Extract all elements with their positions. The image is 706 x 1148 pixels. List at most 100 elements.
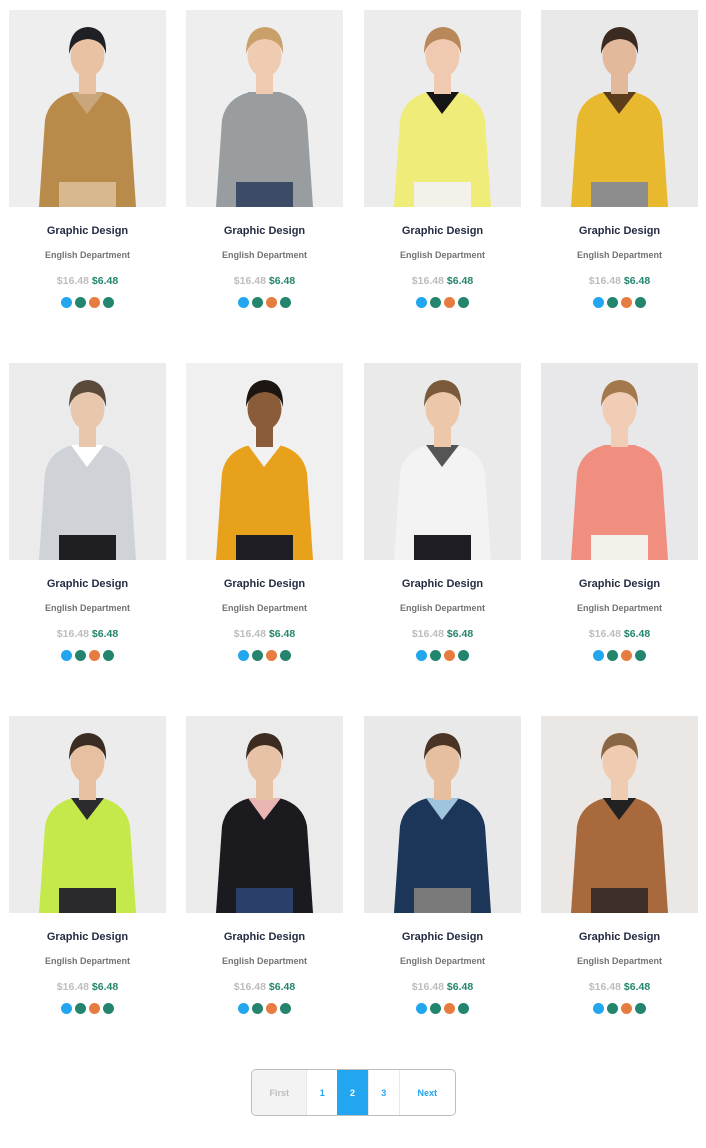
color-swatches <box>9 650 166 661</box>
color-swatch[interactable] <box>607 297 618 308</box>
sale-price: $6.48 <box>446 628 474 640</box>
color-swatch[interactable] <box>458 297 469 308</box>
color-swatch[interactable] <box>75 297 86 308</box>
product-title[interactable]: Graphic Design <box>186 931 343 943</box>
color-swatch[interactable] <box>280 1003 291 1014</box>
product-card[interactable]: Graphic Design English Department $16.48 $6… <box>541 10 698 308</box>
color-swatches <box>541 650 698 661</box>
pagination-page-1[interactable]: 1 <box>306 1070 337 1115</box>
pagination-page-3[interactable]: 3 <box>367 1070 399 1115</box>
color-swatch[interactable] <box>252 650 263 661</box>
color-swatch[interactable] <box>444 297 455 308</box>
color-swatch[interactable] <box>252 297 263 308</box>
color-swatch[interactable] <box>593 1003 604 1014</box>
color-swatch[interactable] <box>621 297 632 308</box>
color-swatch[interactable] <box>635 650 646 661</box>
product-title[interactable]: Graphic Design <box>541 578 698 590</box>
product-card[interactable]: Graphic Design English Department $16.48 $6… <box>186 10 343 308</box>
color-swatch[interactable] <box>607 650 618 661</box>
product-title[interactable]: Graphic Design <box>364 931 521 943</box>
product-title[interactable]: Graphic Design <box>541 225 698 237</box>
color-swatch[interactable] <box>61 650 72 661</box>
color-swatch[interactable] <box>61 1003 72 1014</box>
product-image[interactable] <box>186 363 343 560</box>
product-title[interactable]: Graphic Design <box>9 931 166 943</box>
product-image[interactable] <box>541 10 698 207</box>
color-swatch[interactable] <box>593 650 604 661</box>
color-swatch[interactable] <box>252 1003 263 1014</box>
product-image[interactable] <box>9 10 166 207</box>
model-figure <box>216 27 313 207</box>
color-swatch[interactable] <box>266 1003 277 1014</box>
product-image[interactable] <box>9 363 166 560</box>
product-prices: $16.48 $6.48 <box>186 628 343 640</box>
color-swatch[interactable] <box>458 650 469 661</box>
product-image[interactable] <box>541 716 698 913</box>
product-card[interactable]: Graphic Design English Department $16.48 $6… <box>364 716 521 1014</box>
color-swatches <box>541 297 698 308</box>
color-swatch[interactable] <box>416 297 427 308</box>
product-title[interactable]: Graphic Design <box>186 578 343 590</box>
product-title[interactable]: Graphic Design <box>9 225 166 237</box>
color-swatch[interactable] <box>607 1003 618 1014</box>
color-swatch[interactable] <box>89 650 100 661</box>
color-swatch[interactable] <box>593 297 604 308</box>
color-swatch[interactable] <box>635 297 646 308</box>
pagination-page-2[interactable]: 2 <box>337 1070 368 1115</box>
color-swatch[interactable] <box>458 1003 469 1014</box>
pagination-next-button[interactable]: Next <box>398 1070 455 1115</box>
color-swatch[interactable] <box>621 650 632 661</box>
product-image[interactable] <box>186 716 343 913</box>
color-swatch[interactable] <box>430 650 441 661</box>
product-image[interactable] <box>364 716 521 913</box>
product-title[interactable]: Graphic Design <box>9 578 166 590</box>
color-swatch[interactable] <box>75 1003 86 1014</box>
color-swatch[interactable] <box>103 297 114 308</box>
color-swatch[interactable] <box>430 1003 441 1014</box>
color-swatches <box>186 297 343 308</box>
product-card[interactable]: Graphic Design English Department $16.48 $6… <box>541 363 698 661</box>
pagination-first-button[interactable]: First <box>252 1070 307 1115</box>
color-swatch[interactable] <box>75 650 86 661</box>
product-card[interactable]: Graphic Design English Department $16.48 $6… <box>541 716 698 1014</box>
product-card[interactable]: Graphic Design English Department $16.48 $6… <box>9 363 166 661</box>
color-swatch[interactable] <box>103 650 114 661</box>
color-swatch[interactable] <box>266 650 277 661</box>
color-swatch[interactable] <box>238 650 249 661</box>
product-card[interactable]: Graphic Design English Department $16.48 $6… <box>186 363 343 661</box>
product-card[interactable]: Graphic Design English Department $16.48 $6… <box>9 716 166 1014</box>
color-swatch[interactable] <box>238 1003 249 1014</box>
product-department: English Department <box>399 956 485 966</box>
product-card[interactable]: Graphic Design English Department $16.48 $6… <box>186 716 343 1014</box>
color-swatch[interactable] <box>238 297 249 308</box>
product-title[interactable]: Graphic Design <box>186 225 343 237</box>
product-card[interactable]: Graphic Design English Department $16.48 $6… <box>364 363 521 661</box>
color-swatch[interactable] <box>103 1003 114 1014</box>
color-swatch[interactable] <box>280 297 291 308</box>
color-swatch[interactable] <box>89 297 100 308</box>
color-swatch[interactable] <box>444 650 455 661</box>
product-title[interactable]: Graphic Design <box>541 931 698 943</box>
color-swatch[interactable] <box>621 1003 632 1014</box>
product-title[interactable]: Graphic Design <box>364 225 521 237</box>
color-swatch[interactable] <box>416 650 427 661</box>
product-prices: $16.48 $6.48 <box>9 628 166 640</box>
color-swatch[interactable] <box>280 650 291 661</box>
product-image[interactable] <box>186 10 343 207</box>
product-title[interactable]: Graphic Design <box>364 578 521 590</box>
color-swatch[interactable] <box>416 1003 427 1014</box>
color-swatch[interactable] <box>61 297 72 308</box>
product-image[interactable] <box>364 363 521 560</box>
model-figure <box>571 733 668 913</box>
product-card[interactable]: Graphic Design English Department $16.48 $6… <box>364 10 521 308</box>
color-swatch[interactable] <box>266 297 277 308</box>
color-swatch[interactable] <box>89 1003 100 1014</box>
product-image[interactable] <box>9 716 166 913</box>
product-prices: $16.48 $6.48 <box>186 275 343 287</box>
product-card[interactable]: Graphic Design English Department $16.48 $6… <box>9 10 166 308</box>
product-image[interactable] <box>541 363 698 560</box>
product-image[interactable] <box>364 10 521 207</box>
color-swatch[interactable] <box>444 1003 455 1014</box>
color-swatch[interactable] <box>430 297 441 308</box>
color-swatch[interactable] <box>635 1003 646 1014</box>
